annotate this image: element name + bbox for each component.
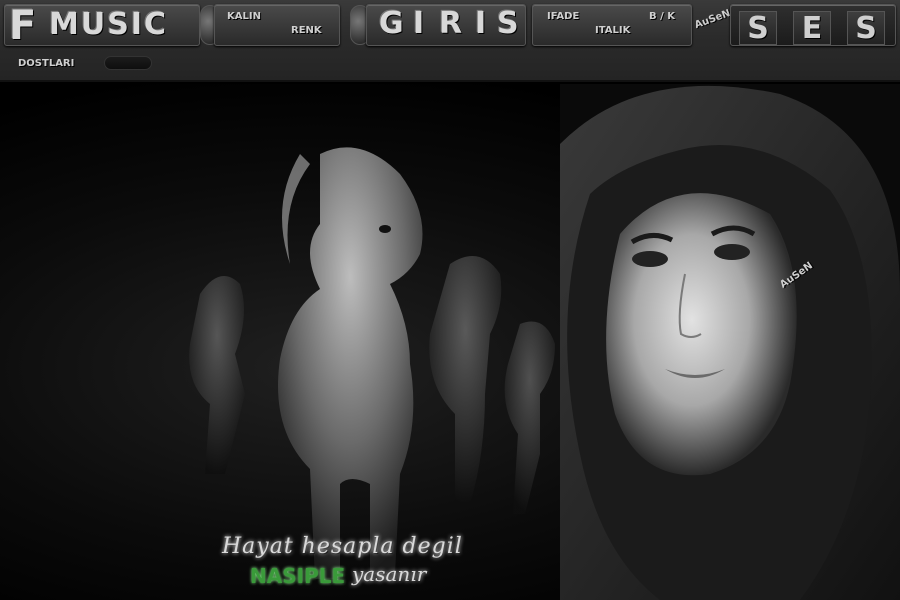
- giris-letter-4: I: [475, 6, 489, 41]
- right-eye: [714, 244, 750, 260]
- format-group: KALIN RENK: [214, 4, 340, 46]
- renk-button[interactable]: RENK: [291, 25, 322, 36]
- bk-button[interactable]: B / K: [649, 11, 675, 22]
- giris-letter-1: G: [379, 6, 406, 41]
- giris-letter-2: I: [413, 6, 427, 41]
- left-eye: [632, 251, 668, 267]
- ses-letter-2: E: [793, 11, 831, 46]
- horses-illustration: [189, 147, 555, 580]
- style-group: IFADE ITALIK B / K: [532, 4, 692, 46]
- horse-left: [189, 276, 245, 474]
- horse-front: [278, 147, 423, 580]
- woman-portrait: [560, 84, 900, 600]
- ses-letter-3: S: [847, 11, 885, 46]
- ses-letter-1: S: [739, 11, 777, 46]
- music-button[interactable]: F MUSIC: [4, 3, 200, 49]
- horse-right-2: [504, 321, 555, 514]
- quote-highlight: NASIPLE: [250, 564, 346, 588]
- face-shape: [606, 193, 797, 476]
- dostlari-button[interactable]: DOSTLARI: [18, 58, 74, 69]
- horse-right-1: [429, 256, 502, 504]
- background-scene: AuSeN Hayat hesapla degil NASIPLE yasanı…: [0, 84, 900, 600]
- giris-button[interactable]: G I R I S: [366, 4, 526, 46]
- music-label: MUSIC: [49, 7, 168, 42]
- top-toolbar: F MUSIC KALIN RENK G I R I S IFADE ITALI…: [0, 0, 900, 82]
- giris-letter-5: S: [497, 6, 521, 41]
- toolbar-watermark: AuSeN: [693, 7, 732, 32]
- giris-letter-3: R: [439, 6, 465, 41]
- music-prefix: F: [9, 3, 39, 49]
- quote-line-2: yasanır: [352, 562, 427, 586]
- kalin-button[interactable]: KALIN: [227, 11, 261, 22]
- dostlari-toggle[interactable]: [104, 56, 152, 70]
- italik-button[interactable]: ITALIK: [595, 25, 630, 36]
- ses-button[interactable]: S E S: [730, 4, 896, 46]
- ifade-button[interactable]: IFADE: [547, 11, 579, 22]
- quote-line-1: Hayat hesapla degil: [222, 534, 463, 559]
